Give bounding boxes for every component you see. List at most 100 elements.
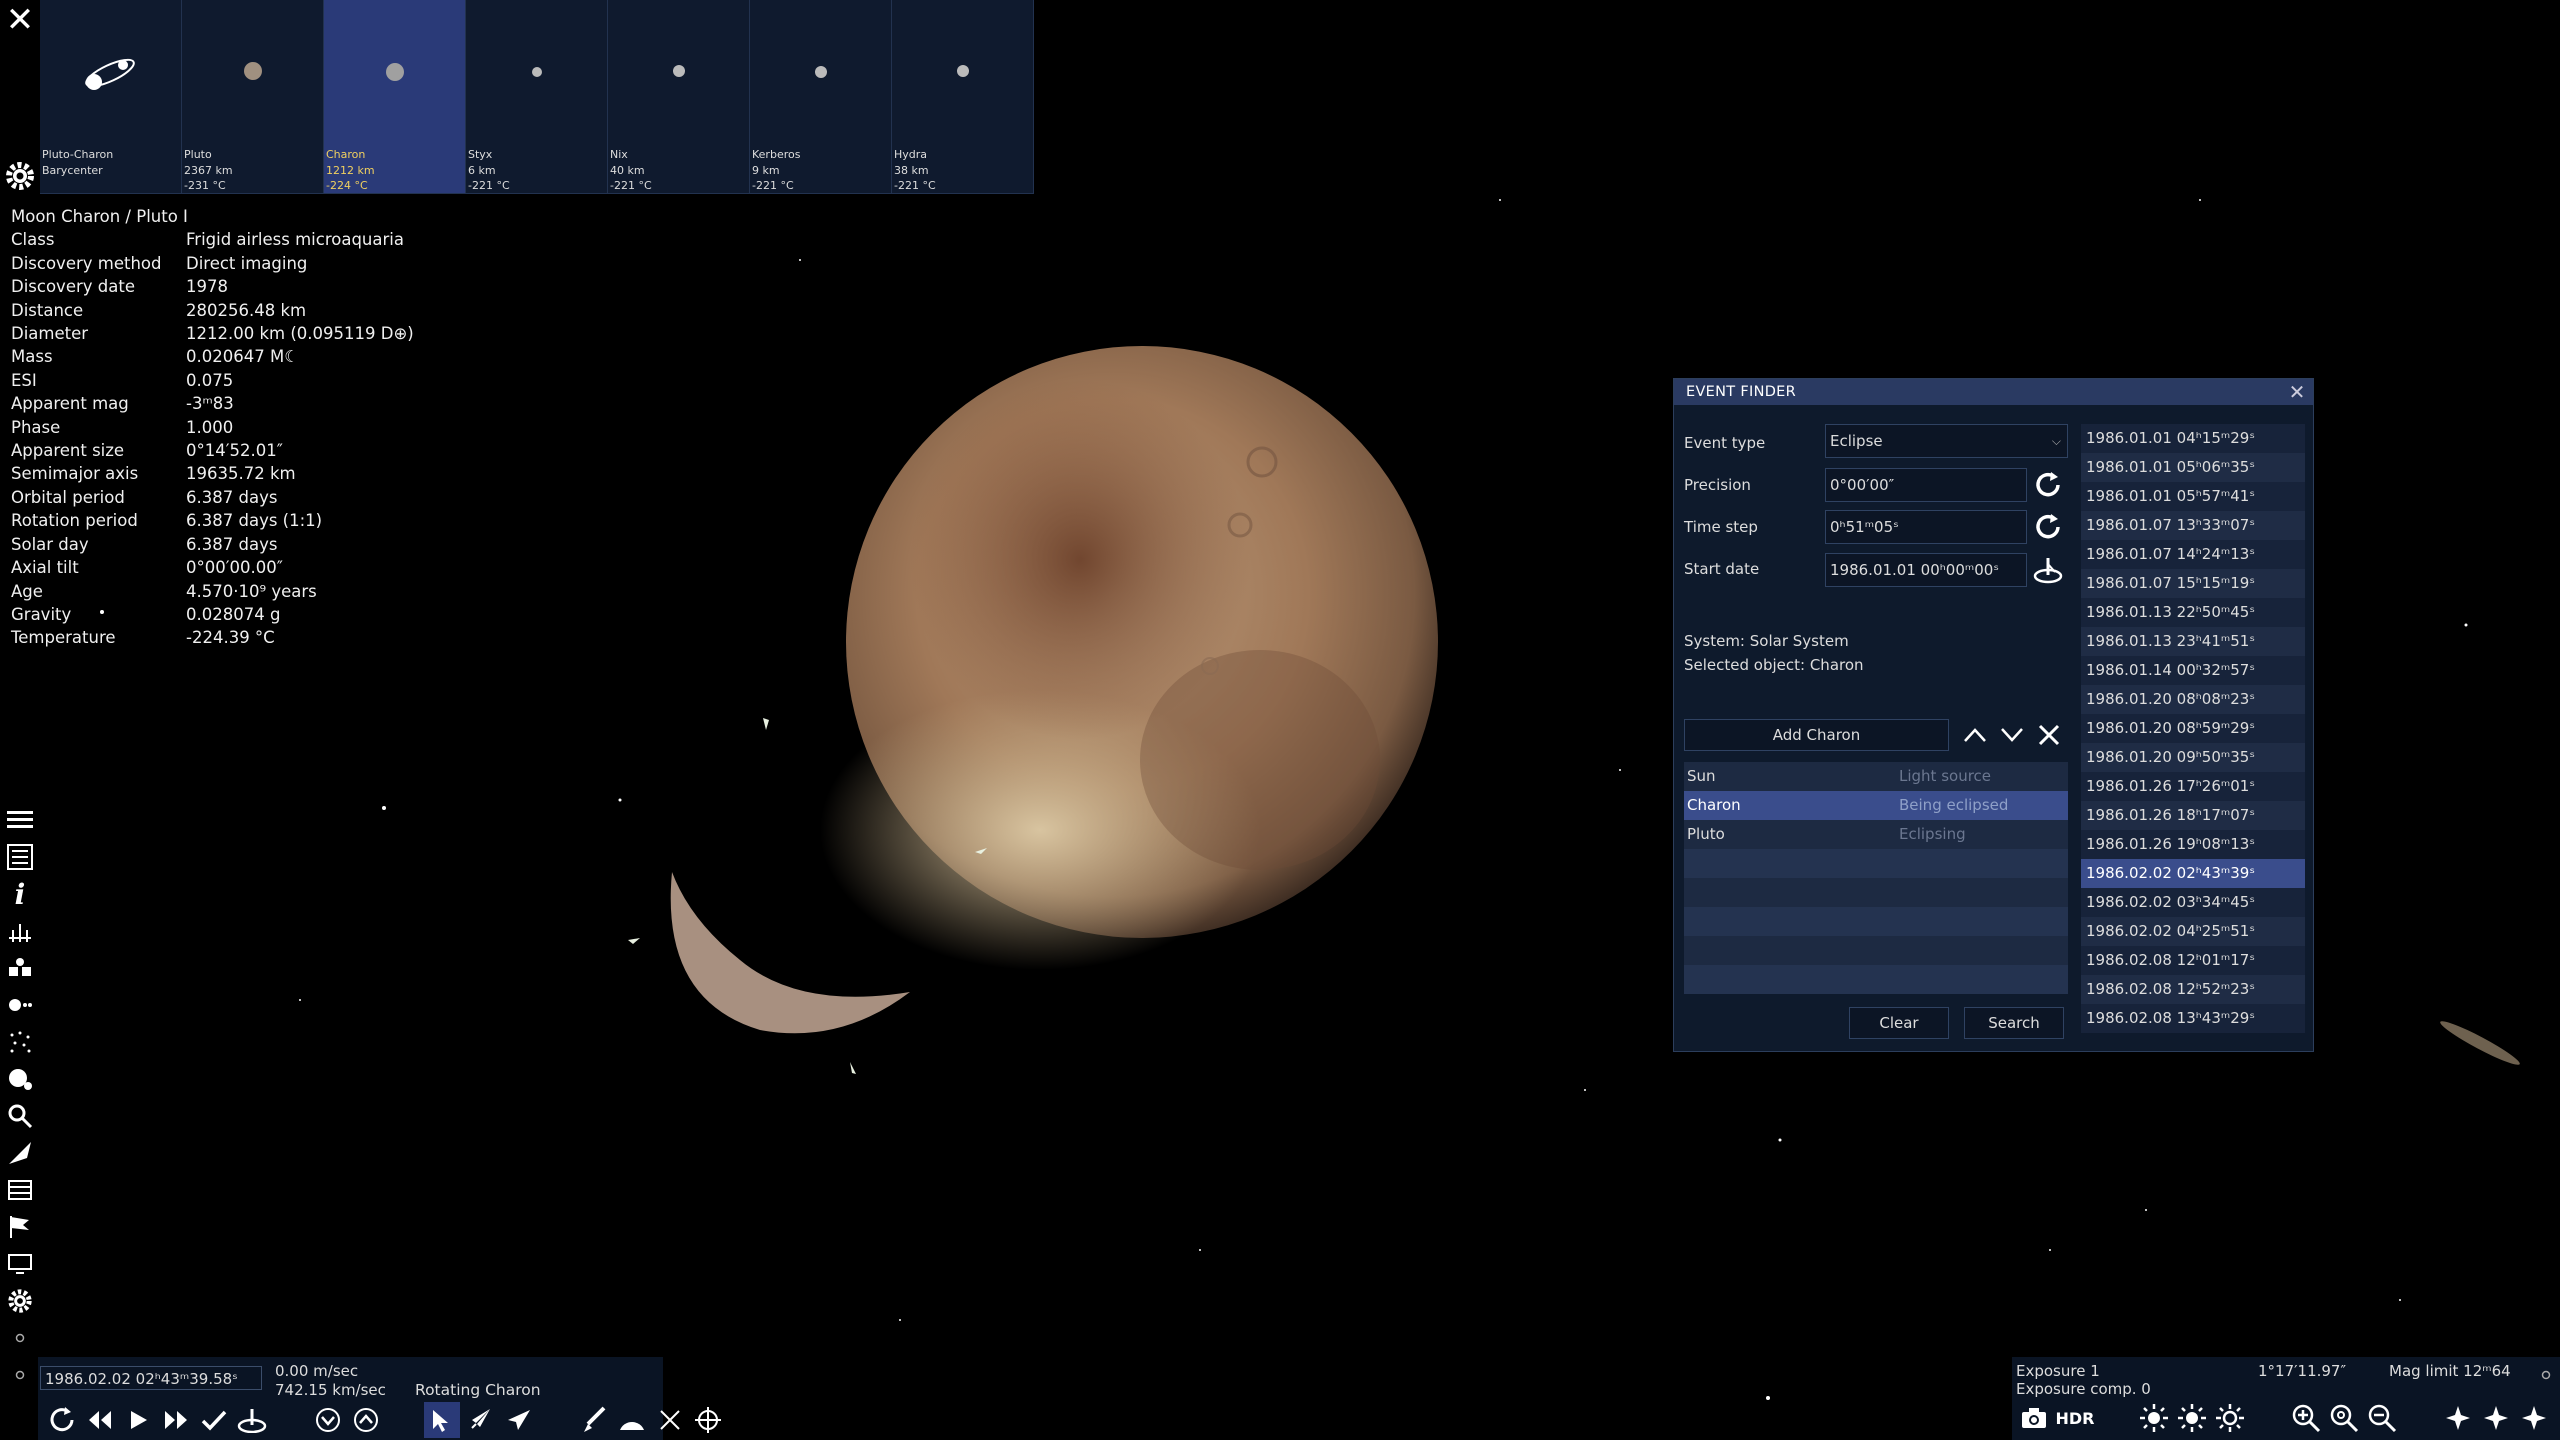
reset-precision-icon[interactable] [2033, 470, 2063, 500]
clear-button[interactable]: Clear [1849, 1007, 1949, 1039]
flag-icon[interactable] [2, 1209, 38, 1245]
star-brightness-down-icon[interactable] [2440, 1400, 2476, 1436]
chevron-down-icon[interactable] [310, 1402, 346, 1438]
event-result-item[interactable]: 1986.02.08 12ʰ52ᵐ23ˢ [2081, 975, 2305, 1004]
star-brightness-up-icon[interactable] [2516, 1400, 2552, 1436]
rocket-icon[interactable] [462, 1402, 498, 1438]
hdr-button[interactable]: HDR [2054, 1400, 2096, 1436]
time-step-input[interactable]: 0ʰ51ᵐ05ˢ [1825, 510, 2027, 544]
close-icon[interactable]: ✕ [2286, 381, 2308, 403]
event-result-item[interactable]: 1986.01.26 17ʰ26ᵐ01ˢ [2081, 772, 2305, 801]
add-object-button[interactable]: Add Charon [1684, 719, 1949, 751]
display-icon[interactable] [2, 1246, 38, 1282]
event-result-item[interactable]: 1986.02.02 03ʰ34ᵐ45ˢ [2081, 888, 2305, 917]
search-button[interactable]: Search [1964, 1007, 2064, 1039]
object-row[interactable] [1684, 936, 2068, 965]
pluto-globe[interactable] [820, 346, 1438, 970]
object-row[interactable] [1684, 907, 2068, 936]
gear-icon[interactable] [2, 158, 38, 194]
reset-time-step-icon[interactable] [2033, 512, 2063, 542]
galaxy-icon[interactable] [2, 1024, 38, 1060]
event-result-item[interactable]: 1986.01.07 13ʰ33ᵐ07ˢ [2081, 511, 2305, 540]
event-result-item[interactable]: 1986.01.01 05ʰ57ᵐ41ˢ [2081, 482, 2305, 511]
event-result-item[interactable]: 1986.01.20 09ʰ50ᵐ35ˢ [2081, 743, 2305, 772]
search-icon[interactable] [2, 1098, 38, 1134]
planet-icon[interactable] [2, 1061, 38, 1097]
brightness-up-icon[interactable] [2212, 1400, 2248, 1436]
tile-temp: -221 °C [610, 179, 652, 192]
airplane-icon[interactable] [500, 1402, 536, 1438]
event-result-item[interactable]: 1986.02.02 02ʰ43ᵐ39ˢ [2081, 859, 2305, 888]
event-result-item[interactable]: 1986.01.13 23ʰ41ᵐ51ˢ [2081, 627, 2305, 656]
zoom-reset-icon[interactable] [2326, 1400, 2362, 1436]
event-result-item[interactable]: 1986.01.14 00ʰ32ᵐ57ˢ [2081, 656, 2305, 685]
brightness-down-icon[interactable] [2136, 1400, 2172, 1436]
tile-name: Nix [610, 148, 628, 161]
event-result-item[interactable]: 1986.01.13 22ʰ50ᵐ45ˢ [2081, 598, 2305, 627]
spacecraft-icon[interactable] [2, 950, 38, 986]
object-row[interactable] [1684, 878, 2068, 907]
tile-styx[interactable]: Styx 6 km -221 °C [466, 0, 608, 194]
sundial-icon[interactable] [234, 1402, 270, 1438]
object-row[interactable]: Sun Light source [1684, 762, 2068, 791]
tile-charon[interactable]: Charon 1212 km -224 °C [324, 0, 466, 194]
small-dot-icon[interactable] [2540, 1366, 2552, 1385]
star-map-icon[interactable] [2, 913, 38, 949]
play-icon[interactable] [120, 1402, 156, 1438]
planet-system-icon[interactable] [2, 987, 38, 1023]
info-icon[interactable]: i [2, 876, 38, 912]
start-date-input[interactable]: 1986.01.01 00ʰ00ᵐ00ˢ [1825, 553, 2027, 587]
tile-hydra[interactable]: Hydra 38 km -221 °C [892, 0, 1034, 194]
event-result-item[interactable]: 1986.02.08 13ʰ43ᵐ29ˢ [2081, 1004, 2305, 1033]
event-result-item[interactable]: 1986.01.07 15ʰ15ᵐ19ˢ [2081, 569, 2305, 598]
event-result-item[interactable]: 1986.01.07 14ʰ24ᵐ13ˢ [2081, 540, 2305, 569]
camera-icon[interactable] [2016, 1400, 2052, 1436]
event-type-select[interactable]: Eclipse ⌵ [1825, 424, 2068, 458]
brightness-reset-icon[interactable] [2174, 1400, 2210, 1436]
current-date-field[interactable]: 1986.02.02 02ʰ43ᵐ39.58ˢ [40, 1366, 262, 1390]
menu-icon[interactable] [2, 802, 38, 838]
tile-pluto[interactable]: Pluto 2367 km -231 °C [182, 0, 324, 194]
chevron-down-icon[interactable] [1997, 720, 2027, 750]
star-brightness-reset-icon[interactable] [2478, 1400, 2514, 1436]
tile-kerberos[interactable]: Kerberos 9 km -221 °C [750, 0, 892, 194]
object-row[interactable]: Pluto Eclipsing [1684, 820, 2068, 849]
fast-forward-icon[interactable] [158, 1402, 194, 1438]
object-list-icon[interactable] [2, 839, 38, 875]
event-result-item[interactable]: 1986.01.01 05ʰ06ᵐ35ˢ [2081, 453, 2305, 482]
chevron-up-icon[interactable] [348, 1402, 384, 1438]
small-dot-icon[interactable] [2, 1357, 38, 1393]
sundial-icon[interactable] [2033, 555, 2063, 585]
film-icon[interactable] [2, 1172, 38, 1208]
event-result-item[interactable]: 1986.01.01 04ʰ15ᵐ29ˢ [2081, 424, 2305, 453]
speedometer-icon[interactable] [614, 1402, 650, 1438]
brush-icon[interactable] [576, 1402, 612, 1438]
object-row[interactable]: Charon Being eclipsed [1684, 791, 2068, 820]
chevron-up-icon[interactable] [1960, 720, 1990, 750]
refresh-icon[interactable] [44, 1402, 80, 1438]
precision-input[interactable]: 0°00′00″ [1825, 468, 2027, 502]
tile-pluto-charon[interactable]: Pluto-Charon Barycenter [40, 0, 182, 194]
remove-icon[interactable] [2034, 720, 2064, 750]
window-title[interactable]: EVENT FINDER [1674, 379, 2313, 405]
object-row[interactable] [1684, 849, 2068, 878]
check-icon[interactable] [196, 1402, 232, 1438]
event-result-item[interactable]: 1986.01.26 18ʰ17ᵐ07ˢ [2081, 801, 2305, 830]
object-row[interactable] [1684, 965, 2068, 994]
zoom-out-icon[interactable] [2364, 1400, 2400, 1436]
zoom-in-icon[interactable] [2288, 1400, 2324, 1436]
close-icon[interactable]: ✕ [4, 3, 36, 37]
ship-icon[interactable] [2, 1135, 38, 1171]
select-pointer-icon[interactable] [424, 1402, 460, 1438]
settings-icon[interactable] [2, 1283, 38, 1319]
rewind-icon[interactable] [82, 1402, 118, 1438]
cross-tools-icon[interactable] [652, 1402, 688, 1438]
event-result-item[interactable]: 1986.02.08 12ʰ01ᵐ17ˢ [2081, 946, 2305, 975]
event-result-item[interactable]: 1986.01.26 19ʰ08ᵐ13ˢ [2081, 830, 2305, 859]
event-result-item[interactable]: 1986.01.20 08ʰ08ᵐ23ˢ [2081, 685, 2305, 714]
event-result-item[interactable]: 1986.02.02 04ʰ25ᵐ51ˢ [2081, 917, 2305, 946]
target-icon[interactable] [690, 1402, 726, 1438]
event-result-item[interactable]: 1986.01.20 08ʰ59ᵐ29ˢ [2081, 714, 2305, 743]
tile-nix[interactable]: Nix 40 km -221 °C [608, 0, 750, 194]
small-dot-icon[interactable] [2, 1320, 38, 1356]
